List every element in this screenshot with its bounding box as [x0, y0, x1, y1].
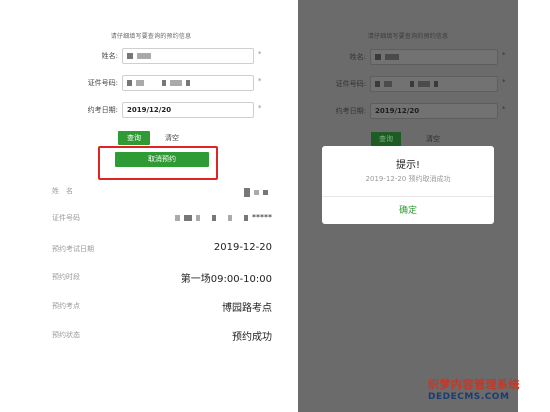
name-row: 姓名: *	[298, 49, 518, 65]
info-value-exam-date: 2019-12-20	[213, 242, 272, 253]
required-mark: *	[258, 104, 262, 112]
info-row-exam-date: 预约考试日期 2019-12-20	[30, 242, 272, 258]
watermark-line2: DEDECMS.COM	[428, 392, 510, 402]
clear-button[interactable]: 清空	[156, 131, 188, 145]
info-row-venue: 预约考点 博园路考点	[30, 299, 272, 315]
date-row: 约考日期: 2019/12/20 *	[30, 102, 272, 118]
date-label: 约考日期:	[335, 107, 366, 115]
info-value-name	[244, 187, 272, 198]
info-row-name: 姓 名	[30, 184, 272, 200]
name-label: 姓名:	[349, 53, 366, 61]
dialog-ok-button[interactable]: 确定	[322, 203, 494, 216]
id-row: 证件号码: *	[298, 76, 518, 92]
info-value-venue: 博园路考点	[222, 303, 272, 314]
date-label: 约考日期:	[87, 106, 118, 114]
info-value-id: *****	[175, 213, 272, 222]
id-label: 证件号码:	[335, 80, 366, 88]
info-key-venue: 预约考点	[52, 302, 80, 310]
info-value-status: 预约成功	[232, 332, 272, 343]
info-row-status: 预约状态 预约成功	[30, 328, 272, 344]
watermark-line1: 织梦内容管理系统	[428, 378, 520, 391]
name-label: 姓名:	[101, 52, 118, 60]
info-key-exam-date: 预约考试日期	[52, 245, 94, 253]
dialog-title: 提示!	[395, 160, 420, 171]
id-input[interactable]	[370, 76, 498, 92]
required-mark: *	[502, 105, 506, 113]
form-hint: 请仔细填写要查询的预约信息	[367, 33, 449, 40]
required-mark: *	[258, 77, 262, 85]
name-input[interactable]	[122, 48, 254, 64]
clear-button[interactable]: 清空	[418, 132, 448, 146]
date-input[interactable]: 2019/12/20	[370, 103, 498, 119]
id-row: 证件号码: *	[30, 75, 272, 91]
date-row: 约考日期: 2019/12/20 *	[298, 103, 518, 119]
info-row-session: 预约时段 第一场09:00-10:00	[30, 270, 272, 286]
required-mark: *	[502, 51, 506, 59]
name-input[interactable]	[370, 49, 498, 65]
id-mask-suffix: *****	[252, 213, 272, 222]
cancel-reservation-button[interactable]: 取消预约	[115, 152, 209, 167]
info-key-session: 预约时段	[52, 273, 80, 281]
info-row-id: 证件号码 *****	[30, 211, 272, 227]
watermark: 织梦内容管理系统 DEDECMS.COM	[428, 376, 548, 410]
info-key-id: 证件号码	[52, 214, 80, 222]
dialog-divider	[322, 196, 494, 197]
info-key-name: 姓 名	[52, 187, 73, 195]
required-mark: *	[258, 50, 262, 58]
query-button[interactable]: 查询	[118, 131, 150, 145]
alert-dialog: 提示! 2019-12-20 预约取消成功 确定	[322, 146, 494, 224]
required-mark: *	[502, 78, 506, 86]
query-button[interactable]: 查询	[371, 132, 401, 146]
info-key-status: 预约状态	[52, 331, 80, 339]
right-panel-overlay: 请仔细填写要查询的预约信息 姓名: * 证件号码: * 约考日期: 2019/1…	[298, 0, 518, 412]
id-input[interactable]	[122, 75, 254, 91]
left-panel: 请仔细填写要查询的预约信息 姓名: * 证件号码: * 约考日期: 2019/1…	[30, 18, 272, 398]
form-hint: 请仔细填写要查询的预约信息	[110, 33, 192, 40]
name-row: 姓名: *	[30, 48, 272, 64]
info-value-session: 第一场09:00-10:00	[180, 274, 272, 285]
date-input[interactable]: 2019/12/20	[122, 102, 254, 118]
dialog-message: 2019-12-20 预约取消成功	[365, 175, 451, 183]
id-label: 证件号码:	[87, 79, 118, 87]
